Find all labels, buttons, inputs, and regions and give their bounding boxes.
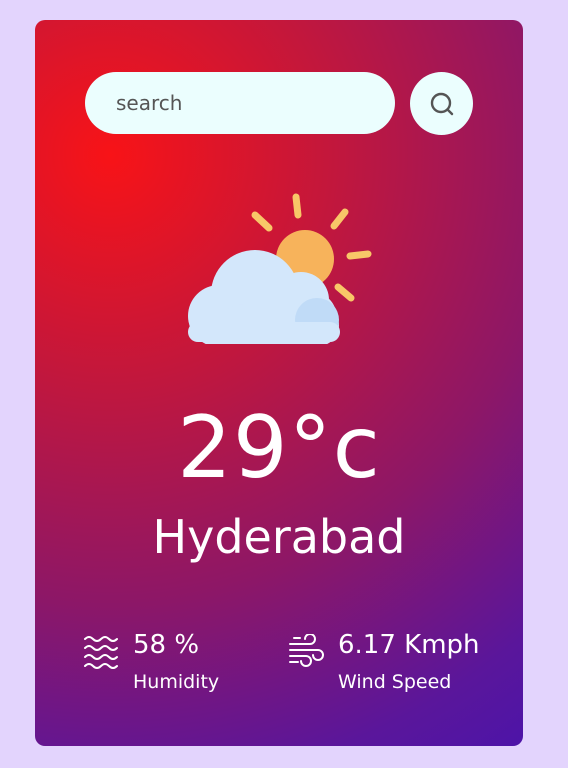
wind-icon [289,634,324,667]
humidity-stat: 58 % Humidity [83,626,263,696]
wind-speed-label: Wind Speed [338,671,452,693]
search-input[interactable] [85,72,395,134]
partly-cloudy-icon [188,193,372,344]
wind-stat: 6.17 Kmph Wind Speed [288,626,508,696]
humidity-waves-icon [84,636,118,669]
temperature: 29°c [177,398,381,498]
city-name: Hyderabad [152,510,406,564]
search-button[interactable] [410,72,473,135]
search-bar [85,72,473,135]
humidity-label: Humidity [133,671,220,693]
weather-card: 29°c Hyderabad 58 % Humidity 6.17 Kmph W… [35,20,523,746]
humidity-value: 58 % [133,630,200,660]
wind-speed-value: 6.17 Kmph [338,630,480,660]
search-icon [430,92,453,115]
